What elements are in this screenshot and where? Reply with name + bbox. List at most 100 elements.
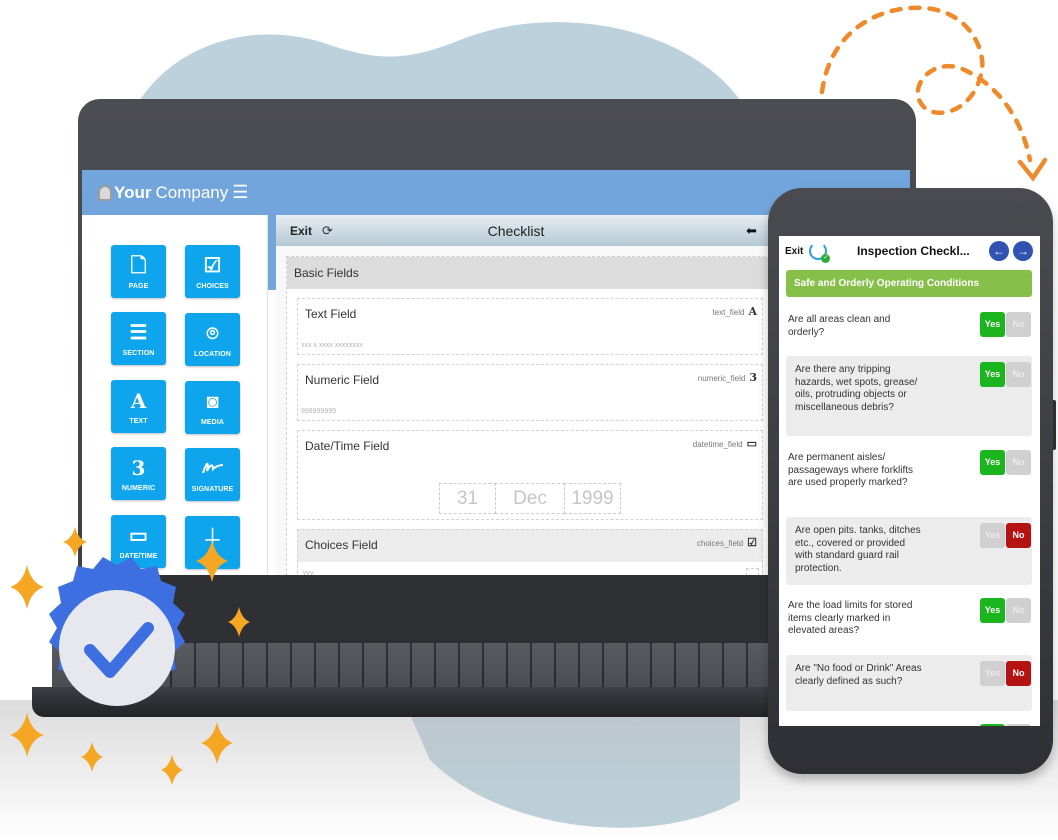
prev-page-button[interactable]: ←: [989, 241, 1009, 261]
tool-page[interactable]: 🗋 PAGE: [111, 245, 166, 298]
yes-button[interactable]: Yes: [980, 523, 1005, 548]
question-row: Are the load limits for stored items cle…: [786, 592, 1032, 648]
text-icon: A: [748, 305, 757, 318]
numeric-field-card[interactable]: Numeric Field numeric_field 3 999999999: [297, 364, 763, 421]
day-input[interactable]: 31: [439, 483, 496, 514]
camera-icon: ◙: [206, 390, 219, 413]
field-id: datetime_field ▭: [692, 438, 757, 450]
field-label: Text Field: [305, 307, 357, 321]
question-text: Are permanent aisles/ passageways where …: [788, 452, 914, 488]
calendar-icon: ▭: [129, 524, 148, 547]
tool-label: NUMERIC: [121, 484, 156, 492]
tool-label: TEXT: [129, 417, 148, 425]
sync-ok-icon: ✓: [821, 254, 831, 263]
field-toolbox: 🗋 PAGE ☑ CHOICES ☰ SECTION ⌾ LOCATION A …: [88, 215, 268, 575]
no-button[interactable]: No: [1006, 450, 1031, 475]
tool-label: PAGE: [128, 282, 149, 290]
tool-signature[interactable]: SIGNATURE: [185, 448, 240, 501]
yes-button[interactable]: Yes: [980, 362, 1005, 387]
question-row: [786, 718, 1032, 726]
field-id: numeric_field 3: [697, 371, 757, 384]
choice-option: vvv: [303, 570, 314, 575]
choice-checkbox[interactable]: [746, 568, 759, 575]
datetime-field-card[interactable]: Date/Time Field datetime_field ▭ 31 Dec 1…: [297, 430, 763, 520]
tool-choices[interactable]: ☑ CHOICES: [185, 245, 240, 298]
text-field-card[interactable]: Text Field text_field A xxx x xxxx xxxxxx…: [297, 298, 763, 355]
sync-icon[interactable]: ✓: [809, 242, 831, 263]
checkbox-icon: ☑: [747, 537, 757, 549]
no-button[interactable]: No: [1006, 312, 1031, 337]
field-label: Choices Field: [305, 538, 378, 552]
mobile-section-header: Safe and Orderly Operating Conditions: [786, 270, 1032, 297]
tool-media[interactable]: ◙ MEDIA: [185, 381, 240, 434]
next-page-button[interactable]: →: [1013, 241, 1033, 261]
no-button[interactable]: No: [1006, 661, 1031, 686]
brand-name-bold: Your: [114, 182, 152, 202]
yes-button[interactable]: Yes: [980, 598, 1005, 623]
hamburger-menu-icon[interactable]: ☰: [232, 182, 248, 203]
location-pin-icon: ⌾: [206, 322, 219, 345]
calendar-icon: ▭: [746, 438, 757, 450]
numeric-icon: 3: [749, 371, 757, 384]
laptop-hinge: [78, 575, 792, 643]
sidebar-accent: [268, 215, 276, 290]
tool-label: SIGNATURE: [191, 485, 234, 493]
field-id: choices_field ☑: [696, 537, 757, 549]
question-row: Are permanent aisles/ passageways where …: [786, 444, 1032, 514]
no-button[interactable]: No: [1006, 598, 1031, 623]
laptop-keyboard: [52, 643, 792, 687]
form-title: Checklist: [487, 222, 545, 239]
question-text: Are the load limits for stored items cle…: [788, 600, 913, 636]
tool-location[interactable]: ⌾ LOCATION: [185, 313, 240, 366]
tool-section[interactable]: ☰ SECTION: [111, 312, 166, 365]
laptop-front-edge: [32, 687, 792, 717]
yes-button[interactable]: Yes: [980, 661, 1005, 686]
tool-label: MEDIA: [200, 418, 225, 426]
year-input[interactable]: 1999: [564, 483, 621, 514]
laptop-base: [32, 575, 792, 717]
signature-icon: [201, 457, 225, 481]
choice-row: vvv: [298, 562, 762, 575]
choices-field-card[interactable]: Choices Field choices_field ☑ vvv: [297, 529, 763, 575]
tool-more[interactable]: ┼: [185, 516, 240, 569]
question-text: Are there any tripping hazards, wet spot…: [795, 364, 918, 413]
mobile-title: Inspection Checkl...: [857, 244, 970, 258]
yes-button[interactable]: Yes: [980, 312, 1005, 337]
question-text: Are "No food or Drink" Areas clearly def…: [795, 663, 922, 687]
mobile-header: Exit ✓ Inspection Checkl... ← →: [779, 236, 1040, 266]
text-field-placeholder: xxx x xxxx xxxxxxxx: [301, 342, 363, 349]
section-title: Basic Fields: [294, 266, 359, 280]
exit-button[interactable]: Exit: [290, 224, 312, 238]
plus-icon: ┼: [205, 529, 220, 551]
mobile-app: Exit ✓ Inspection Checkl... ← → Safe and…: [779, 236, 1040, 726]
question-row: Are open pits. tanks, ditches etc., cove…: [786, 517, 1032, 585]
sync-icon[interactable]: ⟳: [322, 223, 333, 239]
section-icon: ☰: [129, 321, 148, 344]
tool-label: CHOICES: [196, 282, 229, 290]
tool-label: SECTION: [122, 349, 155, 357]
mobile-exit-button[interactable]: Exit: [785, 246, 803, 257]
question-row: Are all areas clean and orderly? Yes No: [786, 306, 1032, 350]
tool-text[interactable]: A TEXT: [111, 380, 166, 433]
question-text: Are open pits. tanks, ditches etc., cove…: [795, 525, 921, 574]
tool-label: LOCATION: [194, 350, 231, 358]
field-label: Date/Time Field: [305, 439, 390, 453]
question-row: Are there any tripping hazards, wet spot…: [786, 356, 1032, 436]
numeric-icon: 3: [131, 455, 146, 480]
question-row: Are "No food or Drink" Areas clearly def…: [786, 655, 1032, 711]
back-arrow-icon[interactable]: ⬅: [746, 223, 757, 239]
no-button[interactable]: [1006, 724, 1031, 726]
brand-name-light: Company: [155, 182, 229, 202]
no-button[interactable]: No: [1006, 523, 1031, 548]
tool-numeric[interactable]: 3 NUMERIC: [111, 447, 166, 500]
no-button[interactable]: No: [1006, 362, 1031, 387]
page-icon: 🗋: [130, 254, 147, 277]
yes-button[interactable]: [980, 724, 1005, 726]
field-id: text_field A: [712, 305, 757, 318]
yes-button[interactable]: Yes: [980, 450, 1005, 475]
text-icon: A: [130, 388, 147, 413]
month-input[interactable]: Dec: [495, 483, 565, 514]
tool-datetime[interactable]: ▭ DATE/TIME: [111, 515, 166, 568]
checkbox-icon: ☑: [203, 254, 222, 277]
company-logo-icon: [98, 184, 112, 201]
